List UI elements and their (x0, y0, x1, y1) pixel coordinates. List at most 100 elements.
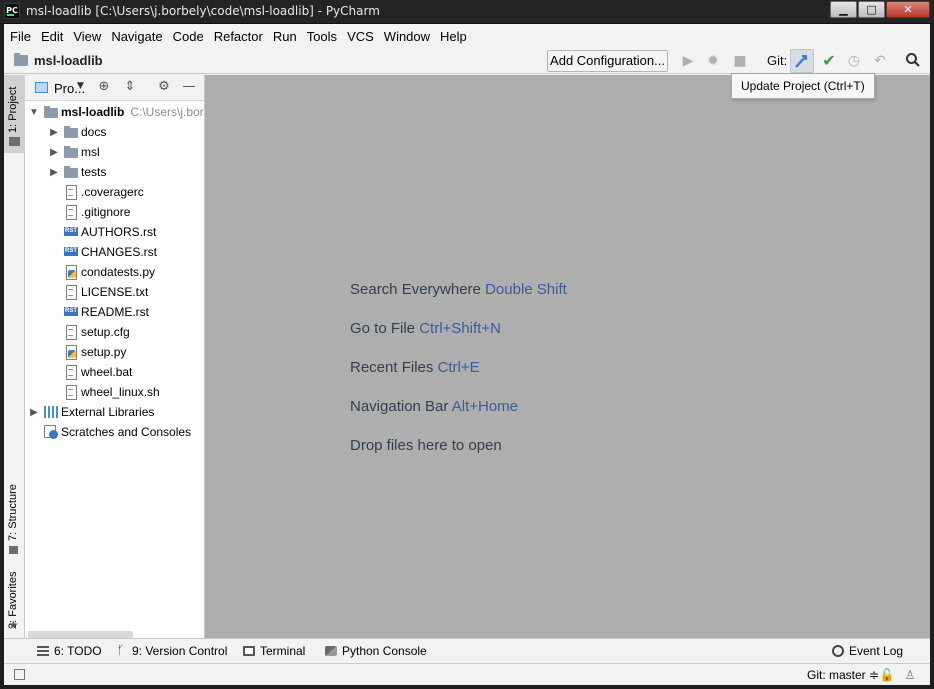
horizontal-scrollbar[interactable] (28, 631, 133, 638)
menu-code[interactable]: Code (170, 29, 207, 44)
item-label: Scratches and Consoles (61, 425, 192, 439)
list-item[interactable]: README.rst (48, 302, 204, 322)
chevron-right-icon[interactable]: ▶ (48, 127, 60, 138)
tab-python-console[interactable]: Python Console (325, 644, 427, 658)
item-label: wheel.bat (81, 365, 133, 379)
commit-icon[interactable]: ✔ (820, 52, 838, 70)
list-item[interactable]: LICENSE.txt (48, 282, 204, 302)
inspector-icon[interactable]: ♙ (902, 667, 918, 683)
hide-panel-icon[interactable]: — (181, 79, 197, 95)
gear-icon[interactable]: ⚙ (156, 79, 172, 95)
list-item[interactable]: condatests.py (48, 262, 204, 282)
item-label: msl (81, 145, 100, 159)
python-file-icon (64, 345, 78, 360)
list-item[interactable]: wheel.bat (48, 362, 204, 382)
ide-frame: File Edit View Navigate Code Refactor Ru… (4, 24, 930, 685)
library-icon (44, 405, 58, 419)
tool-windows-toggle-icon[interactable] (14, 669, 25, 680)
menu-tools[interactable]: Tools (304, 29, 340, 44)
tab-version-control-label: 9: Version Control (132, 644, 228, 658)
status-bar: Git: master ≑ 🔓 ♙ (4, 663, 930, 685)
tab-project[interactable]: 1: Project (4, 75, 25, 153)
item-label: External Libraries (61, 405, 155, 419)
item-label: condatests.py (81, 265, 156, 279)
menu-run[interactable]: Run (270, 29, 300, 44)
chevron-right-icon[interactable]: ▶ (48, 147, 60, 158)
chevron-right-icon[interactable]: ▶ (28, 407, 40, 418)
folder-icon (64, 125, 78, 139)
list-item[interactable]: .gitignore (48, 202, 204, 222)
tab-favorites[interactable]: 2: Favorites ★ (4, 555, 25, 638)
locate-file-icon[interactable]: ⊕ (96, 79, 112, 95)
tree-root[interactable]: ▼ msl-loadlib C:\Users\j.bor (28, 102, 204, 122)
menu-view[interactable]: View (70, 29, 104, 44)
hint-drop-files: Drop files here to open (350, 437, 502, 454)
hint-search-everywhere: Search Everywhere Double Shift (350, 281, 567, 298)
update-project-button[interactable] (790, 49, 814, 73)
list-item[interactable]: ▶ msl (48, 142, 204, 162)
menu-window[interactable]: Window (381, 29, 433, 44)
menu-vcs[interactable]: VCS (344, 29, 377, 44)
list-item[interactable]: ▶ tests (48, 162, 204, 182)
chevron-down-icon[interactable]: ▼ (77, 81, 84, 91)
hint-text: Search Everywhere (350, 281, 481, 298)
run-icon[interactable]: ▶ (679, 52, 697, 70)
menu-bar: File Edit View Navigate Code Refactor Ru… (4, 24, 930, 48)
editor-empty-area[interactable]: Search Everywhere Double Shift Go to Fil… (205, 75, 930, 638)
breadcrumb-project[interactable]: msl-loadlib (34, 53, 103, 68)
tab-event-log-label: Event Log (849, 644, 904, 658)
menu-navigate[interactable]: Navigate (108, 29, 165, 44)
folder-icon (44, 105, 58, 119)
maximize-button[interactable]: □ (858, 1, 885, 18)
hint-navigation-bar: Navigation Bar Alt+Home (350, 398, 518, 415)
breadcrumb[interactable]: msl-loadlib (14, 53, 103, 68)
tab-event-log[interactable]: Event Log (832, 644, 903, 658)
menu-help[interactable]: Help (437, 29, 470, 44)
tree-scratches[interactable]: Scratches and Consoles (28, 422, 204, 442)
hint-shortcut: Double Shift (485, 281, 567, 298)
rst-file-icon (64, 245, 78, 259)
git-label: Git: (767, 53, 788, 68)
minimize-button[interactable]: ▁ (830, 1, 857, 18)
list-item[interactable]: wheel_linux.sh (48, 382, 204, 402)
hint-text: Navigation Bar (350, 398, 449, 415)
star-icon: ★ (8, 618, 19, 632)
rollback-icon[interactable]: ↶ (871, 52, 889, 70)
git-branch-widget[interactable]: Git: master ≑ (807, 668, 879, 682)
lock-icon[interactable]: 🔓 (879, 667, 895, 683)
menu-file[interactable]: File (7, 29, 34, 44)
list-item[interactable]: .coveragerc (48, 182, 204, 202)
list-item[interactable]: setup.py (48, 342, 204, 362)
add-configuration-button[interactable]: Add Configuration... (547, 50, 668, 72)
scratches-icon (44, 425, 58, 439)
file-icon (64, 185, 78, 200)
menu-edit[interactable]: Edit (38, 29, 66, 44)
menu-refactor[interactable]: Refactor (211, 29, 266, 44)
item-label: wheel_linux.sh (81, 385, 160, 399)
history-icon[interactable]: ◷ (845, 52, 863, 70)
list-item[interactable]: ▶ docs (48, 122, 204, 142)
stop-icon[interactable]: ■ (731, 52, 749, 70)
item-label: docs (81, 125, 107, 139)
tab-structure[interactable]: 7: Structure (4, 455, 25, 555)
tab-todo[interactable]: 6: TODO (37, 644, 102, 658)
hint-shortcut: Ctrl+E (437, 359, 480, 376)
search-everywhere-button[interactable] (904, 52, 922, 70)
close-button[interactable]: ✕ (886, 1, 930, 18)
close-icon: ✕ (903, 3, 913, 16)
tab-version-control[interactable]: 9: Version Control (117, 643, 228, 658)
list-item[interactable]: AUTHORS.rst (48, 222, 204, 242)
project-folder-icon (9, 137, 20, 146)
chevron-right-icon[interactable]: ▶ (48, 167, 60, 178)
root-path: C:\Users\j.bor (130, 105, 204, 119)
chevron-down-icon[interactable]: ▼ (28, 107, 40, 118)
window-title: msl-loadlib [C:\Users\j.borbely\code\msl… (26, 4, 380, 18)
navigation-toolbar: msl-loadlib Add Configuration... ▶ ✹ ■ G… (4, 48, 930, 74)
tree-external-libraries[interactable]: ▶ External Libraries (28, 402, 204, 422)
item-label: README.rst (81, 305, 150, 319)
debug-icon[interactable]: ✹ (704, 52, 722, 70)
collapse-all-icon[interactable]: ⇕ (122, 79, 138, 95)
list-item[interactable]: setup.cfg (48, 322, 204, 342)
list-item[interactable]: CHANGES.rst (48, 242, 204, 262)
tab-terminal[interactable]: Terminal (243, 644, 305, 658)
